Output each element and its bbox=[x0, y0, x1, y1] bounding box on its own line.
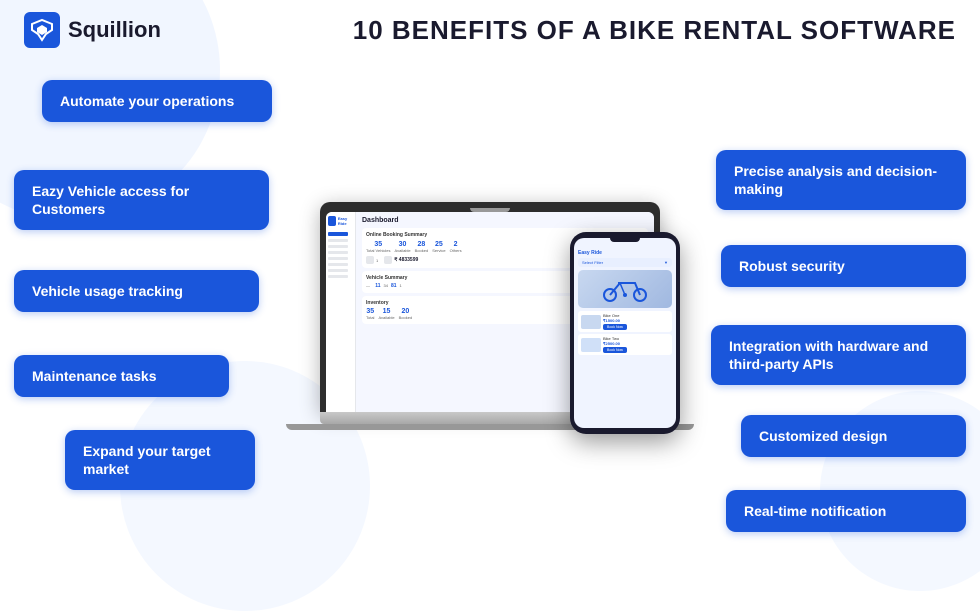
benefit-customized[interactable]: Customized design bbox=[741, 415, 966, 457]
header: Squillion 10 Benefits of a Bike Rental S… bbox=[0, 0, 980, 60]
benefit-vehicle-access[interactable]: Eazy Vehicle access for Customers bbox=[14, 170, 269, 230]
phone-mockup: Easy Ride Select Filter ▼ bbox=[570, 232, 680, 434]
logo: Squillion bbox=[24, 12, 161, 48]
benefit-automate[interactable]: Automate your operations bbox=[42, 80, 272, 122]
phone-filter[interactable]: Select Filter ▼ bbox=[578, 258, 672, 267]
phone-item-img-2 bbox=[581, 338, 601, 352]
dash-logo: Easy Ride bbox=[338, 216, 353, 226]
phone-list-item-2: Bike Two ₹2500.00 Book Now bbox=[578, 334, 672, 355]
logo-text: Squillion bbox=[68, 17, 161, 43]
phone-screen: Easy Ride Select Filter ▼ bbox=[574, 238, 676, 428]
book-btn-1[interactable]: Book Now bbox=[603, 324, 627, 330]
phone-item-price-2: ₹2500.00 bbox=[603, 341, 627, 346]
benefit-maintenance[interactable]: Maintenance tasks bbox=[14, 355, 229, 397]
book-btn-2[interactable]: Book Now bbox=[603, 347, 627, 353]
squillion-logo-icon bbox=[24, 12, 60, 48]
bike-icon bbox=[600, 275, 650, 303]
benefit-expand[interactable]: Expand your target market bbox=[65, 430, 255, 490]
dashboard-title: Dashboard bbox=[362, 217, 648, 224]
phone-notch bbox=[610, 238, 640, 242]
phone-filter-label: Select Filter bbox=[582, 260, 603, 265]
main-content: Automate your operations Eazy Vehicle ac… bbox=[0, 60, 980, 546]
benefit-usage-tracking[interactable]: Vehicle usage tracking bbox=[14, 270, 259, 312]
devices-container: Easy Ride Da bbox=[280, 70, 700, 536]
phone-app-name: Easy Ride bbox=[578, 250, 672, 256]
laptop-mockup: Easy Ride Da bbox=[320, 202, 660, 424]
benefit-realtime[interactable]: Real-time notification bbox=[726, 490, 966, 532]
phone-bike-image bbox=[578, 270, 672, 308]
benefit-integration[interactable]: Integration with hardware and third-part… bbox=[711, 325, 966, 385]
phone-item-img-1 bbox=[581, 315, 601, 329]
benefit-precise[interactable]: Precise analysis and decision-making bbox=[716, 150, 966, 210]
benefit-robust[interactable]: Robust security bbox=[721, 245, 966, 287]
phone-content: Easy Ride Select Filter ▼ bbox=[574, 246, 676, 361]
page-title: 10 Benefits of a Bike Rental Software bbox=[353, 15, 956, 46]
phone-item-price-1: ₹1500.00 bbox=[603, 318, 627, 323]
phone-list-item-1: Bike One ₹1500.00 Book Now bbox=[578, 311, 672, 332]
